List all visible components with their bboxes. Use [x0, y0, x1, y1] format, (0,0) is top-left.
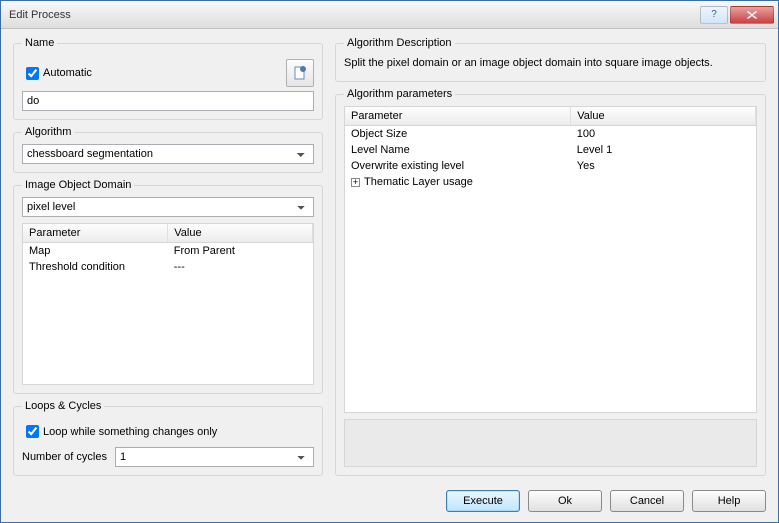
- algorithm-legend: Algorithm: [22, 126, 74, 138]
- algorithm-select[interactable]: chessboard segmentation: [22, 144, 314, 164]
- loop-checkbox[interactable]: [26, 425, 39, 438]
- cycles-label: Number of cycles: [22, 451, 107, 463]
- domain-legend: Image Object Domain: [22, 179, 134, 191]
- algo-col-parameter[interactable]: Parameter: [345, 107, 571, 126]
- ok-button[interactable]: Ok: [528, 490, 602, 512]
- table-row[interactable]: Object Size 100: [345, 126, 756, 143]
- table-row[interactable]: Level Name Level 1: [345, 142, 756, 158]
- name-legend: Name: [22, 37, 57, 49]
- cancel-button[interactable]: Cancel: [610, 490, 684, 512]
- domain-col-parameter[interactable]: Parameter: [23, 224, 168, 243]
- table-row[interactable]: Overwrite existing level Yes: [345, 158, 756, 174]
- domain-select[interactable]: pixel level: [22, 197, 314, 217]
- close-icon: [747, 11, 757, 19]
- name-fieldset: Name Automatic: [13, 37, 323, 120]
- description-fieldset: Algorithm Description Split the pixel do…: [335, 37, 766, 82]
- titlebar[interactable]: Edit Process ?: [1, 1, 778, 29]
- description-legend: Algorithm Description: [344, 37, 455, 49]
- table-row[interactable]: Threshold condition ---: [23, 259, 313, 275]
- name-action-button[interactable]: [286, 59, 314, 87]
- cycles-select[interactable]: 1: [115, 447, 314, 467]
- loop-label: Loop while something changes only: [43, 426, 217, 438]
- algo-params-fieldset: Algorithm parameters Parameter Value: [335, 88, 766, 476]
- table-row[interactable]: Map From Parent: [23, 243, 313, 260]
- automatic-label: Automatic: [43, 67, 92, 79]
- domain-col-value[interactable]: Value: [168, 224, 313, 243]
- titlebar-help-button[interactable]: ?: [700, 6, 728, 24]
- loops-legend: Loops & Cycles: [22, 400, 104, 412]
- domain-fieldset: Image Object Domain pixel level Paramete…: [13, 179, 323, 394]
- preview-area: [344, 419, 757, 467]
- table-row[interactable]: +Thematic Layer usage: [345, 174, 756, 190]
- name-input[interactable]: [22, 91, 314, 111]
- automatic-checkbox[interactable]: [26, 67, 39, 80]
- expand-icon[interactable]: +: [351, 178, 360, 187]
- algo-col-value[interactable]: Value: [571, 107, 756, 126]
- dialog-buttons: Execute Ok Cancel Help: [13, 482, 766, 512]
- loops-fieldset: Loops & Cycles Loop while something chan…: [13, 400, 323, 476]
- titlebar-close-button[interactable]: [730, 6, 774, 24]
- description-text: Split the pixel domain or an image objec…: [344, 55, 757, 73]
- execute-button[interactable]: Execute: [446, 490, 520, 512]
- edit-process-dialog: Edit Process ? Name Automatic: [0, 0, 779, 523]
- algo-params-table[interactable]: Parameter Value Object Size 100: [344, 106, 757, 413]
- algo-params-legend: Algorithm parameters: [344, 88, 455, 100]
- window-title: Edit Process: [9, 9, 698, 21]
- help-button[interactable]: Help: [692, 490, 766, 512]
- document-icon: [292, 65, 308, 81]
- domain-param-table[interactable]: Parameter Value Map From Parent: [22, 223, 314, 385]
- algorithm-fieldset: Algorithm chessboard segmentation: [13, 126, 323, 173]
